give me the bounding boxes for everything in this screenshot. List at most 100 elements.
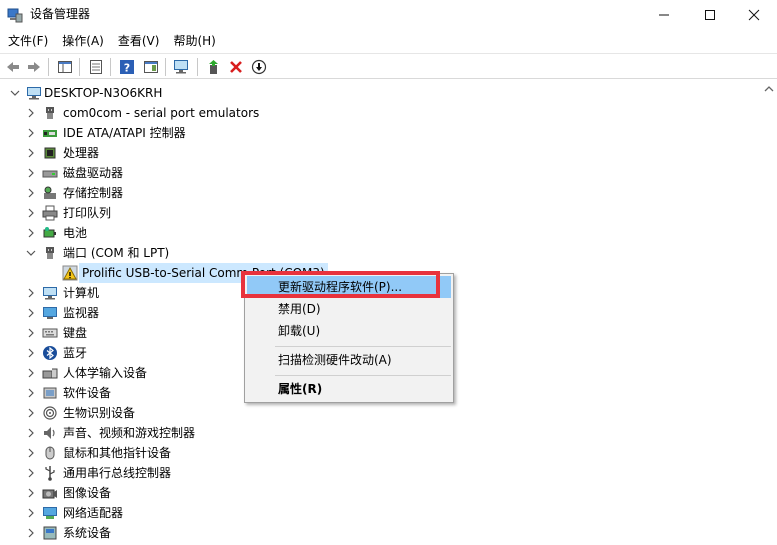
minimize-button[interactable] (641, 0, 687, 30)
software-device-icon (42, 385, 58, 401)
tree-item-label: 通用串行总线控制器 (63, 466, 172, 480)
show-hide-console-tree-icon (58, 61, 72, 73)
chevron-right-icon (28, 528, 34, 538)
tree-category-item[interactable]: 鼠标和其他指针设备 (0, 443, 777, 463)
ctx-separator (275, 346, 451, 347)
bluetooth-icon (42, 345, 58, 361)
tree-expander[interactable] (26, 228, 36, 238)
tree-category-item[interactable]: 声音、视频和游戏控制器 (0, 423, 777, 443)
chevron-right-icon (28, 228, 34, 238)
tree-category-item[interactable]: 端口 (COM 和 LPT) (0, 243, 777, 263)
computer-icon (42, 285, 58, 301)
tree-category-item[interactable]: 电池 (0, 223, 777, 243)
tree-expander[interactable] (26, 528, 36, 538)
toolbar-separator (165, 58, 166, 76)
scan-hardware-button[interactable] (172, 57, 192, 77)
ctx-separator (275, 375, 451, 376)
mouse-icon (42, 445, 58, 461)
tree-expander[interactable] (26, 108, 36, 118)
disk-drive-icon (42, 165, 58, 181)
tree-category-item[interactable]: 生物识别设备 (0, 403, 777, 423)
tree-expander[interactable] (26, 288, 36, 298)
tree-category-item[interactable]: 处理器 (0, 143, 777, 163)
menu-file[interactable]: 文件(F) (0, 31, 55, 51)
tree-expander[interactable] (10, 88, 20, 98)
chevron-right-icon (28, 108, 34, 118)
tree-item-label: 图像设备 (63, 486, 112, 500)
tree-expander[interactable] (26, 508, 36, 518)
tree-root[interactable]: DESKTOP-N3O6KRH (0, 83, 777, 103)
monitor-icon (42, 305, 58, 321)
tree-item-label: 监视器 (63, 306, 100, 320)
tree-expander[interactable] (26, 128, 36, 138)
tree-category-item[interactable]: 网络适配器 (0, 503, 777, 523)
fingerprint-icon (42, 405, 58, 421)
properties-button[interactable] (86, 57, 106, 77)
chevron-right-icon (28, 388, 34, 398)
menu-action[interactable]: 操作(A) (55, 31, 111, 51)
tree-expander[interactable] (26, 248, 36, 258)
action-pane-button[interactable] (141, 57, 161, 77)
close-button[interactable] (731, 0, 777, 30)
tree-expander[interactable] (26, 368, 36, 378)
tree-expander[interactable] (26, 428, 36, 438)
tree-item-label: 系统设备 (63, 526, 112, 540)
chevron-right-icon (28, 128, 34, 138)
annotation-highlight-box (241, 271, 440, 298)
ctx-scan-hardware[interactable]: 扫描检测硬件改动(A) (247, 349, 451, 371)
chevron-right-icon (28, 168, 34, 178)
toolbar: ? (0, 53, 777, 79)
update-driver-button[interactable] (203, 57, 223, 77)
tree-category-item[interactable]: 打印队列 (0, 203, 777, 223)
tree-category-item[interactable]: 磁盘驱动器 (0, 163, 777, 183)
chevron-right-icon (28, 328, 34, 338)
tree-expander[interactable] (26, 468, 36, 478)
tree-expander[interactable] (26, 168, 36, 178)
tree-category-item[interactable]: 图像设备 (0, 483, 777, 503)
tree-item-label: 软件设备 (63, 386, 112, 400)
tree-item-label: 键盘 (63, 326, 88, 340)
tree-expander[interactable] (26, 148, 36, 158)
help-button[interactable]: ? (117, 57, 137, 77)
properties-icon (90, 60, 102, 74)
tree-item-label: 鼠标和其他指针设备 (63, 446, 172, 460)
ctx-properties[interactable]: 属性(R) (247, 378, 451, 400)
menu-bar: 文件(F) 操作(A) 查看(V) 帮助(H) (0, 31, 777, 51)
tree-expander[interactable] (26, 448, 36, 458)
forward-button[interactable] (24, 57, 44, 77)
tree-category-item[interactable]: 通用串行总线控制器 (0, 463, 777, 483)
tree-category-item[interactable]: IDE ATA/ATAPI 控制器 (0, 123, 777, 143)
tree-item-label: 端口 (COM 和 LPT) (63, 246, 170, 260)
menu-view[interactable]: 查看(V) (111, 31, 167, 51)
tree-expander[interactable] (26, 348, 36, 358)
console-tree-button[interactable] (55, 57, 75, 77)
tree-category-item[interactable]: 系统设备 (0, 523, 777, 543)
ctx-disable[interactable]: 禁用(D) (247, 298, 451, 320)
menu-help[interactable]: 帮助(H) (166, 31, 222, 51)
tree-category-item[interactable]: 存储控制器 (0, 183, 777, 203)
ctx-uninstall[interactable]: 卸载(U) (247, 320, 451, 342)
uninstall-device-icon (230, 61, 242, 73)
uninstall-device-button[interactable] (226, 57, 246, 77)
maximize-button[interactable] (687, 0, 733, 30)
tree-expander[interactable] (26, 208, 36, 218)
tree-item-label: 蓝牙 (63, 346, 88, 360)
toolbar-separator (79, 58, 80, 76)
tree-expander[interactable] (26, 388, 36, 398)
tree-item-label: 磁盘驱动器 (63, 166, 124, 180)
tree-expander[interactable] (26, 328, 36, 338)
tree-expander[interactable] (26, 308, 36, 318)
back-button[interactable] (3, 57, 23, 77)
disable-device-button[interactable] (249, 57, 269, 77)
tree-expander[interactable] (26, 408, 36, 418)
tree-item-label: 电池 (63, 226, 88, 240)
title-bar: 设备管理器 (0, 0, 777, 30)
tree-item-label: 声音、视频和游戏控制器 (63, 426, 196, 440)
tree-item-label: DESKTOP-N3O6KRH (44, 86, 163, 100)
forward-arrow-icon (28, 62, 40, 72)
window-title: 设备管理器 (30, 7, 91, 21)
tree-category-item[interactable]: com0com - serial port emulators (0, 103, 777, 123)
tree-expander[interactable] (26, 188, 36, 198)
tree-expander[interactable] (26, 488, 36, 498)
keyboard-icon (42, 325, 58, 341)
